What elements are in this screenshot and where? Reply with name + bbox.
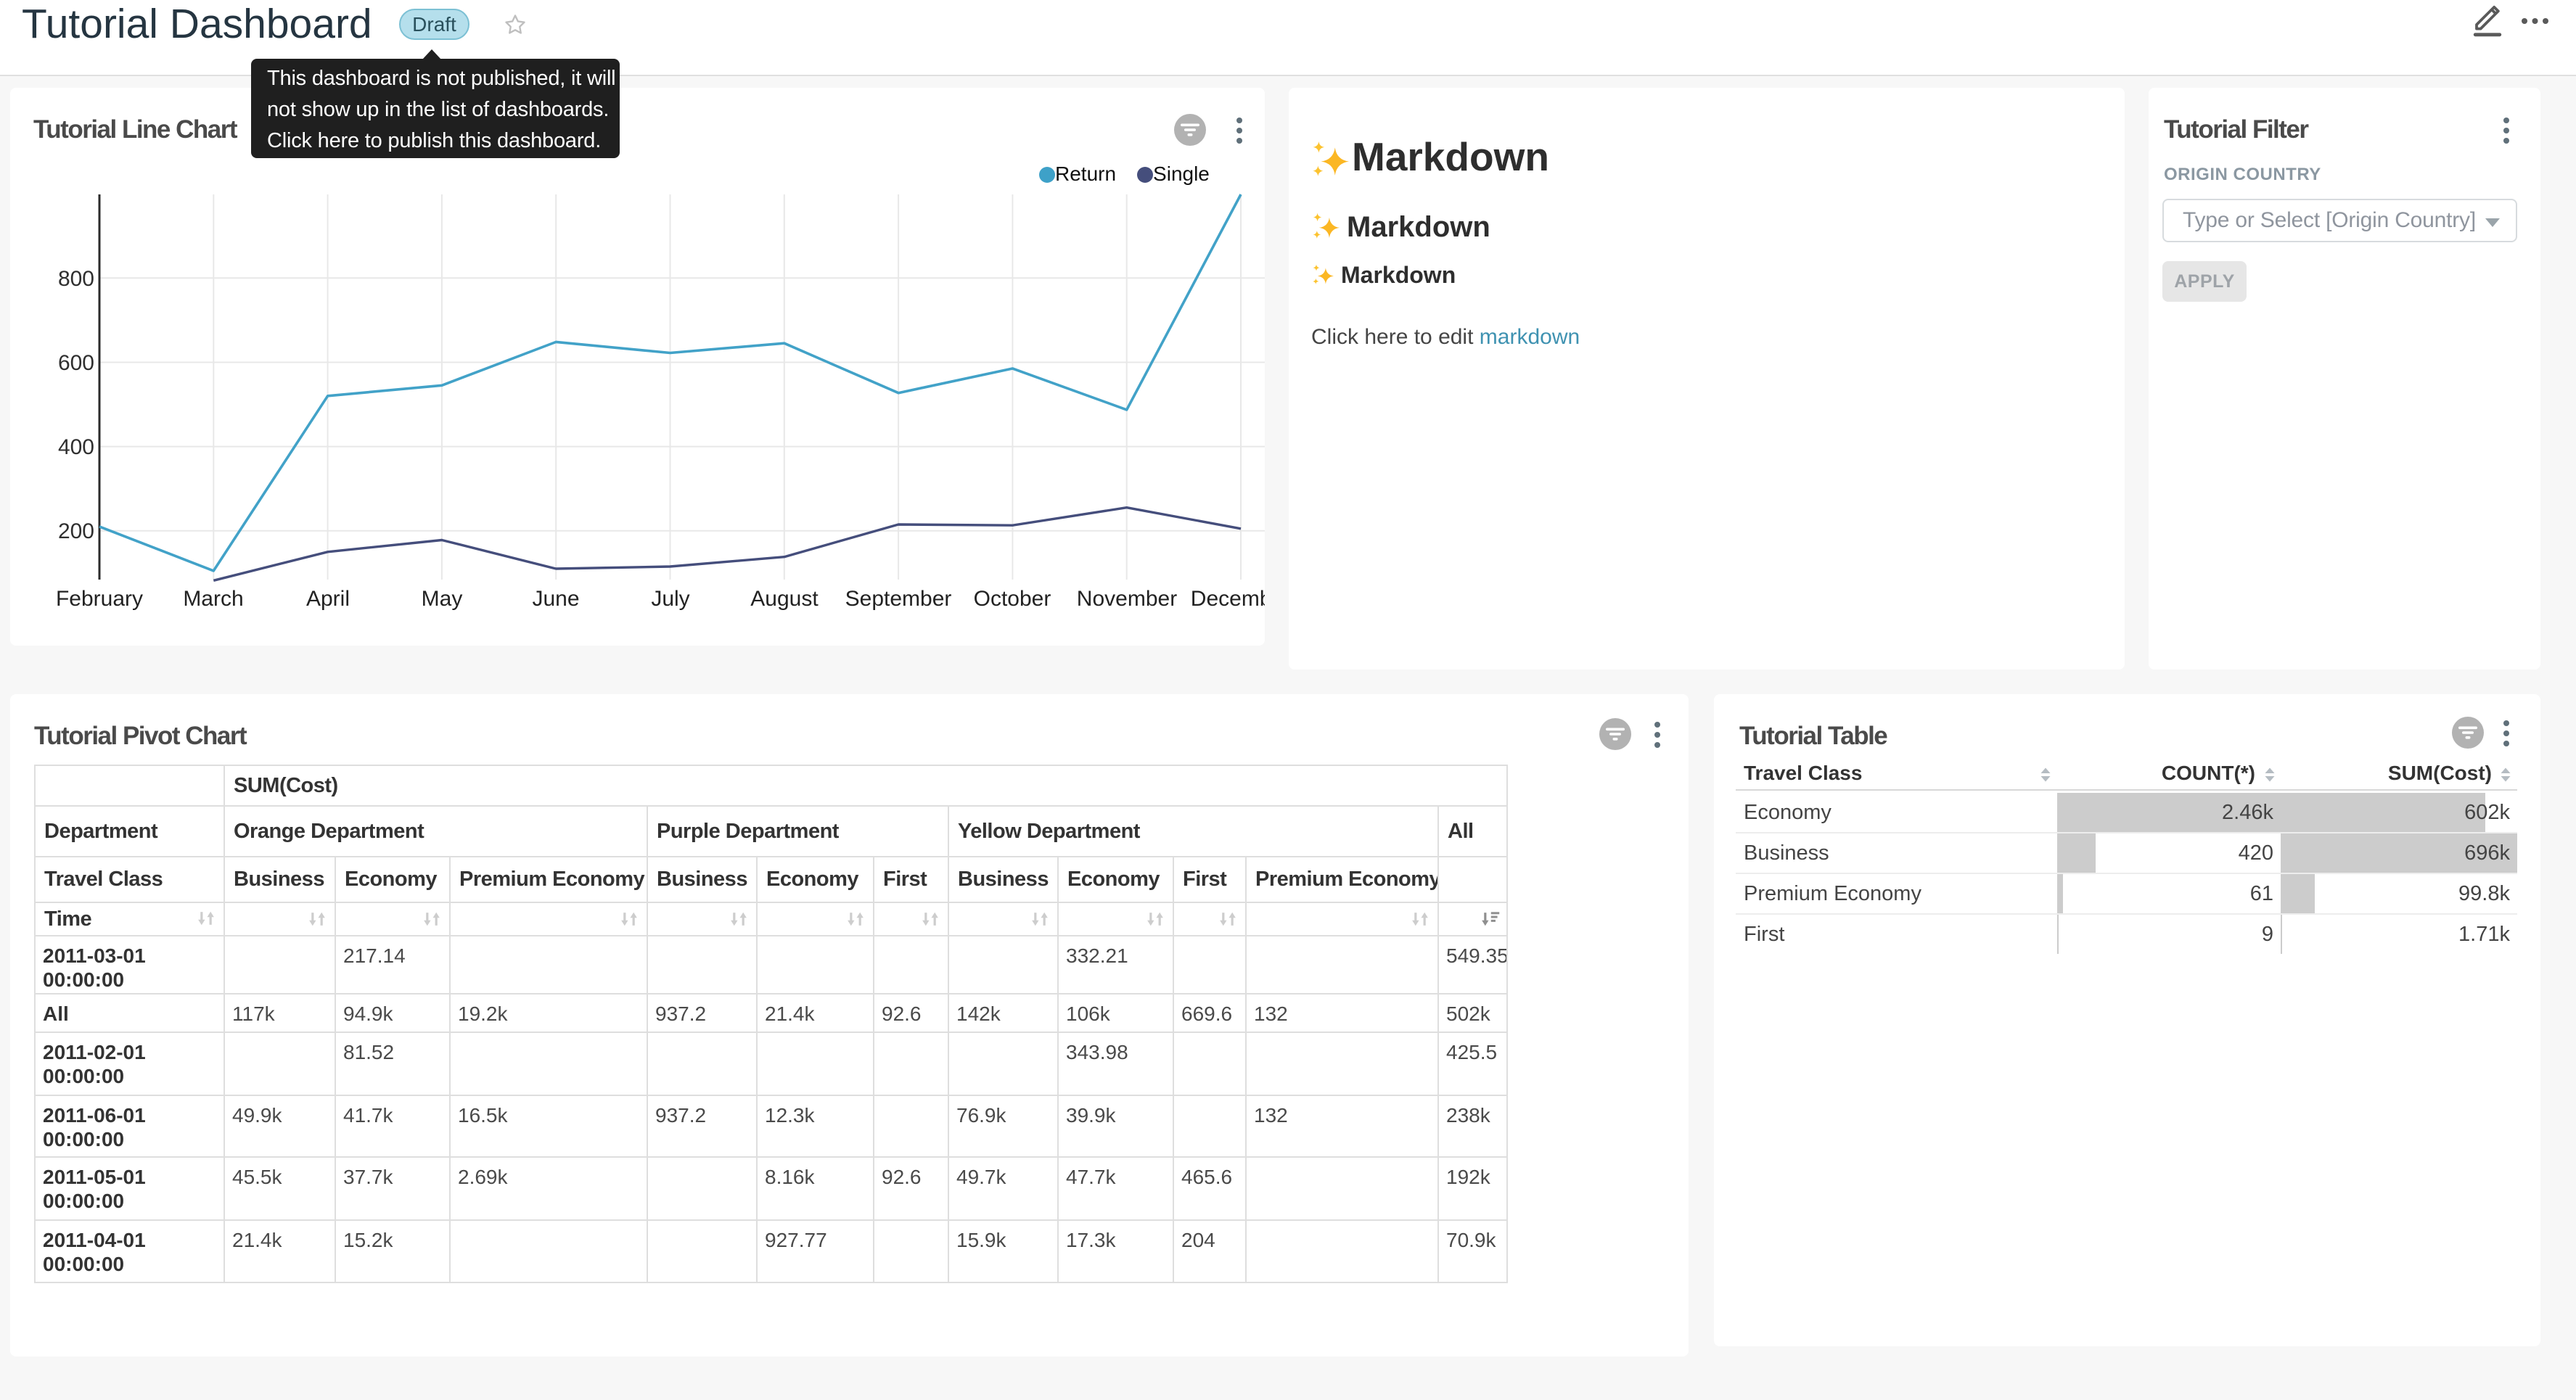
svg-text:October: October xyxy=(974,587,1051,611)
svg-text:400: 400 xyxy=(58,435,94,459)
svg-text:200: 200 xyxy=(58,519,94,543)
svg-text:July: July xyxy=(651,587,689,611)
svg-text:600: 600 xyxy=(58,351,94,375)
svg-text:June: June xyxy=(532,587,579,611)
svg-text:December: December xyxy=(1191,587,1265,611)
svg-text:February: February xyxy=(56,587,143,611)
svg-text:May: May xyxy=(422,587,463,611)
svg-text:April: April xyxy=(306,587,350,611)
svg-text:November: November xyxy=(1077,587,1177,611)
svg-text:August: August xyxy=(750,587,819,611)
svg-text:800: 800 xyxy=(58,267,94,291)
svg-text:March: March xyxy=(183,587,243,611)
svg-text:September: September xyxy=(845,587,952,611)
